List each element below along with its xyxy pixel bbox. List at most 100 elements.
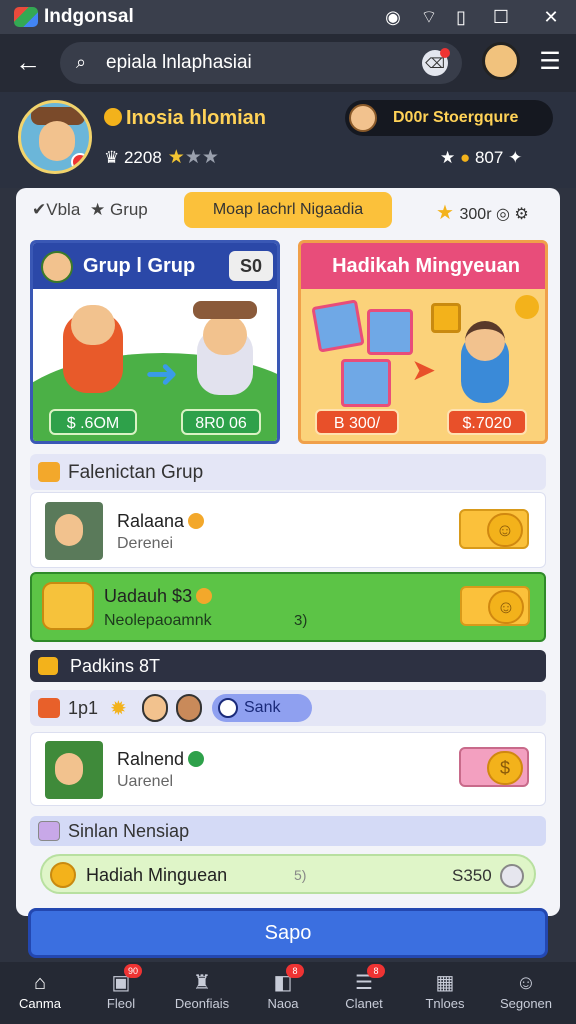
app-logo-icon [14,7,38,27]
list-item[interactable]: Ralaana Derenei ☺ [30,492,546,568]
item-subtitle: Derenei [117,535,174,552]
status-bar: Indgonsal ◉ ⌔ ▯ ☐ ✕ [0,0,576,34]
info-icon[interactable]: ◎ [496,206,514,223]
star-icon: ★ [436,202,460,224]
search-header: ← ⌕ ⌫ ☰ [0,34,576,92]
verified-icon [188,751,205,767]
profile-icon: ☺ [515,972,537,994]
nav-label: Clanet [345,996,383,1011]
weekly-reward-card[interactable]: Hadikah Mingyeuan ➤ B 300/ $.7020 [298,240,548,444]
claim-button[interactable]: ☺ [460,586,530,626]
packs-section-header: Padkins 8T [30,650,546,682]
claim-button[interactable]: $ [459,747,529,787]
tab-active[interactable]: Moap lachrl Nigaadia [184,192,392,228]
nav-item-6[interactable]: ☺ Segonen [490,968,562,1022]
profile-stats: ♛ 2208 ★★★ [104,146,219,169]
photo-icon [341,359,391,407]
close-icon[interactable]: ✕ [538,5,564,29]
tab-group[interactable]: ★ Grup [90,200,148,220]
filter-chip[interactable]: Sank [212,694,312,722]
folder-icon [38,462,60,482]
weekly-reward-row[interactable]: Uadauh $3 Neolepaoamnk 3) ☺ [30,572,546,642]
record-icon[interactable]: ◉ [380,5,406,29]
weekly-name: Uadauh $3 [104,586,213,607]
box-icon: ▦ [435,972,455,994]
weekly-right-amount[interactable]: $.7020 [447,409,527,435]
pack-icon [38,657,58,675]
tab-stat-value: 300r [459,206,492,223]
app-title: Indgonsal [44,6,134,27]
avatar-status-badge [71,153,89,171]
list-icon: ☰ 8 [351,964,385,996]
item-name-text: Ralnend [117,749,185,769]
nav-item-1[interactable]: ▣ 90 Fleol [85,964,157,1022]
back-arrow-icon[interactable]: ← [12,48,44,78]
group-card-pill[interactable]: S0 [229,251,273,281]
info-icon[interactable] [500,864,524,888]
group-card-header: Grup l Grup S0 [33,243,277,289]
settings-icon[interactable]: ⚙ [514,206,528,223]
weekly-bar-value: S350 [452,866,492,885]
nav-label: Tnloes [425,996,465,1011]
group-card-title: Grup l Grup [83,255,196,277]
nav-item-0[interactable]: ⌂ Canma [4,968,76,1022]
maximize-icon[interactable]: ☐ [488,5,514,29]
mascot-icon [41,251,73,283]
friend-avatar[interactable] [142,694,168,722]
calendar-icon: ▣ 90 [108,964,142,996]
weekly-mid-value: 3) [294,612,308,629]
group-right-amount[interactable]: 8R0 06 [181,409,261,435]
user-avatar[interactable] [482,42,520,80]
coin-icon: ☺ [487,513,523,547]
save-section-title: Sinlan Nensiap [68,821,190,841]
group-section-title: Falenictan Grup [68,462,204,483]
filter-chip-label: Sank [244,699,281,716]
avatar-face [39,121,75,161]
verified-icon [188,513,205,529]
main-panel: ✔Vbla ★ Grup Moap lachrl Nigaadia ★ 300r… [16,188,560,916]
packs-title: Padkins 8T [70,656,161,676]
nav-item-4[interactable]: ☰ 8 Clanet [328,964,400,1022]
search-box[interactable]: ⌕ ⌫ [60,42,462,84]
wifi-icon: ⌔ [420,7,438,27]
item-name: Ralnend [117,749,205,770]
nav-item-5[interactable]: ▦ Tnloes [409,968,481,1022]
group-card[interactable]: Grup l Grup S0 ➜ $ .6OM 8R0 06 [30,240,280,444]
search-input[interactable] [106,48,406,78]
level-badge[interactable]: D00r Stoergqure [345,100,553,136]
badge-avatar-icon [349,104,377,132]
nav-label: Segonen [499,996,553,1011]
menu-icon[interactable]: ☰ [536,48,564,76]
save-button[interactable]: Sapo [28,908,548,958]
sun-icon[interactable]: ✹ [110,696,127,721]
filter-row: 1p1 ✹ Sank [30,690,546,726]
tab-stats: ★ 300r ◎ ⚙ [436,200,529,225]
sparkle-icon: ✦ [508,148,523,167]
coin-icon: $ [487,751,523,785]
claim-button[interactable]: ☺ [459,509,529,549]
friend-avatar[interactable] [176,694,202,722]
coin-icon [104,108,122,126]
nav-item-2[interactable]: ♜ Deonfiais [166,968,238,1022]
search-icon: ⌕ [76,52,87,72]
weekly-reward-bar[interactable]: Hadiah Minguean 5) S350 [40,854,536,894]
group-section-header: Falenictan Grup [30,454,546,490]
group-left-amount[interactable]: $ .6OM [49,409,137,435]
nav-item-3[interactable]: ◧ 8 Naoa [247,964,319,1022]
nav-label: Fleol [106,996,136,1011]
tab-vbla[interactable]: ✔Vbla [32,200,80,220]
photo-icon [311,299,365,353]
clear-search-icon[interactable]: ⌫ [422,48,450,76]
rating-stars: ★★★ [167,147,219,168]
group-thumbnail [45,502,103,560]
list-item[interactable]: Ralnend Uarenel $ [30,732,546,806]
girl-head [465,321,505,361]
tab-row: ✔Vbla ★ Grup Moap lachrl Nigaadia ★ 300r… [16,188,560,234]
weekly-left-amount[interactable]: B 300/ [315,409,399,435]
weekly-card-title: Hadikah Mingyeuan [301,243,545,289]
save-section-header: Sinlan Nensiap [30,816,546,846]
profile-avatar[interactable] [18,100,92,174]
currency-stats: ★ ● 807 ✦ [440,148,522,168]
coin-icon [50,862,76,888]
profile-points: 2208 [123,148,162,167]
